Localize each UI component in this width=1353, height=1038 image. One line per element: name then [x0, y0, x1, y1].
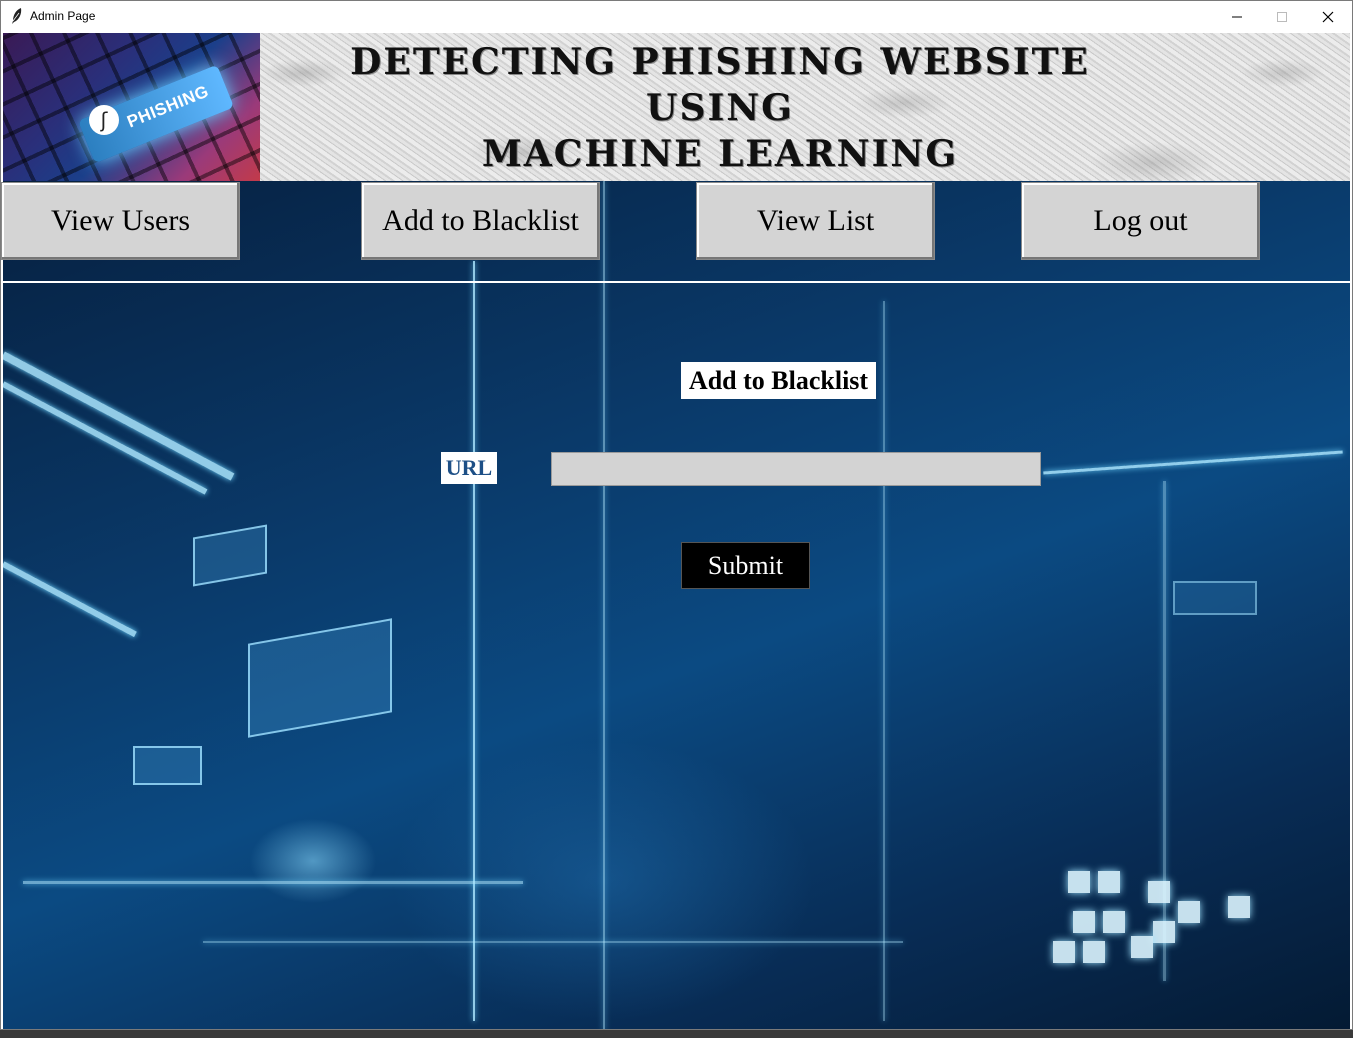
feather-icon [10, 7, 24, 25]
add-to-blacklist-button[interactable]: Add to Blacklist [361, 182, 600, 260]
minimize-icon [1232, 16, 1242, 17]
fishhook-icon: ʃ [89, 105, 119, 135]
window-title: Admin Page [30, 9, 96, 23]
app-title-line-2: USING [646, 87, 794, 129]
close-icon [1322, 11, 1334, 22]
submit-button[interactable]: Submit [681, 542, 810, 589]
url-input[interactable] [551, 452, 1041, 486]
phishing-logo-image: ʃ PHISHING [3, 33, 260, 181]
url-label: URL [441, 452, 497, 484]
app-title-line-3: MACHINE LEARNING [481, 133, 959, 175]
minimize-button[interactable] [1214, 1, 1260, 32]
maximize-icon [1277, 11, 1287, 22]
app-title: DETECTING PHISHING WEBSITE USING MACHINE… [260, 39, 1180, 177]
view-list-button[interactable]: View List [696, 182, 935, 260]
background-image [3, 181, 1350, 1029]
taskbar-strip [0, 1030, 1353, 1038]
view-users-button[interactable]: View Users [1, 182, 240, 260]
logout-button[interactable]: Log out [1021, 182, 1260, 260]
app-title-line-1: DETECTING PHISHING WEBSITE [350, 41, 1090, 83]
separator-line [3, 281, 1350, 283]
app-window: Admin Page ʃ PHISHING DETECTING PHISHING… [0, 0, 1353, 1030]
close-button[interactable] [1305, 1, 1351, 32]
header-banner: ʃ PHISHING DETECTING PHISHING WEBSITE US… [3, 33, 1350, 181]
form-title: Add to Blacklist [681, 362, 876, 399]
maximize-button[interactable] [1259, 1, 1305, 32]
title-bar[interactable]: Admin Page [1, 1, 1352, 32]
